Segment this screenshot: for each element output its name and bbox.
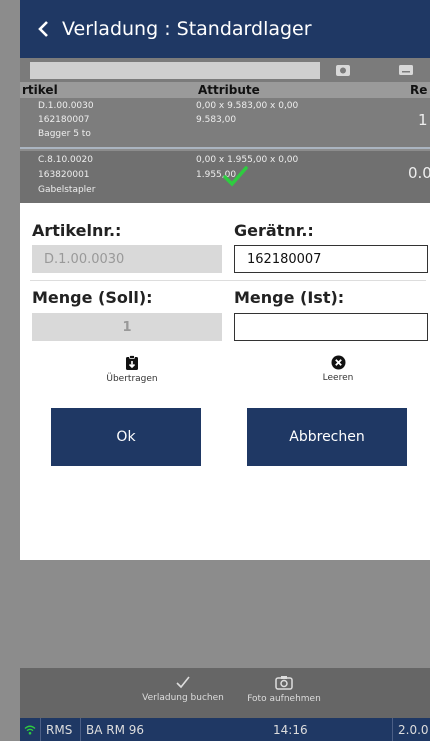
leeren-button[interactable]: Leeren: [308, 355, 368, 383]
app-frame: Verladung : Standardlager rtikel Attribu…: [20, 0, 430, 741]
row-geraet-nr: 163820001: [38, 170, 90, 180]
location-status: BA RM 96: [80, 718, 149, 741]
camera-icon[interactable]: [335, 63, 351, 77]
keyboard-icon[interactable]: [398, 64, 414, 76]
row-geraet-nr: 162180007: [38, 115, 90, 125]
footer-toolbar: Verladung buchen Foto aufnehmen: [20, 668, 430, 718]
menge-soll-label: Menge (Soll):: [32, 288, 153, 307]
menge-soll-field: 1: [32, 313, 222, 341]
column-header-attribute: Attribute: [198, 83, 260, 97]
quantity-dialog: Artikelnr.: Gerätnr.: D.1.00.0030 162180…: [20, 203, 430, 560]
geraetnr-field[interactable]: 162180007: [234, 245, 428, 273]
artikelnr-field: D.1.00.0030: [32, 245, 222, 273]
verladung-buchen-label: Verladung buchen: [142, 693, 224, 703]
row-attribute-value: 9.583,00: [196, 115, 237, 125]
status-bar: RMS BA RM 96 14:16 2.0.0: [20, 718, 430, 741]
divider: [30, 280, 426, 281]
page-title: Verladung : Standardlager: [62, 18, 312, 40]
chevron-left-icon: [38, 21, 48, 37]
verladung-buchen-button[interactable]: Verladung buchen: [133, 675, 233, 703]
clear-icon: [331, 355, 345, 370]
table-row[interactable]: D.1.00.0030 162180007 Bagger 5 to 0,00 x…: [20, 98, 430, 149]
menge-ist-field[interactable]: [234, 313, 428, 341]
table-row[interactable]: C.8.10.0020 163820001 Gabelstapler 0,00 …: [20, 151, 430, 203]
back-button[interactable]: [26, 0, 62, 58]
search-bar: [20, 58, 430, 82]
row-rest: 1: [418, 111, 428, 129]
checkmark-icon: [176, 676, 190, 689]
row-bezeichnung: Gabelstapler: [38, 185, 96, 195]
column-header-artikel: rtikel: [22, 83, 58, 97]
time-status: 14:16: [273, 722, 308, 737]
clipboard-icon: [126, 355, 138, 370]
column-header-rest: Re: [410, 83, 428, 97]
uebertragen-button[interactable]: Übertragen: [98, 355, 166, 384]
checkmark-icon: [223, 166, 248, 187]
row-artikel-nr: D.1.00.0030: [38, 101, 94, 111]
menge-ist-label: Menge (Ist):: [234, 288, 345, 307]
row-artikel-nr: C.8.10.0020: [38, 155, 93, 165]
row-bezeichnung: Bagger 5 to: [38, 129, 91, 139]
artikelnr-label: Artikelnr.:: [32, 221, 122, 240]
leeren-label: Leeren: [322, 373, 354, 383]
table-header: rtikel Attribute Re: [20, 82, 430, 98]
row-attribute: 0,00 x 9.583,00 x 0,00: [196, 101, 299, 111]
rms-status: RMS: [40, 718, 77, 741]
search-input[interactable]: [30, 62, 320, 79]
geraetnr-label: Gerätnr.:: [234, 221, 314, 240]
wifi-icon: [24, 725, 36, 734]
app-header: Verladung : Standardlager: [20, 0, 430, 58]
version-status: 2.0.0: [392, 718, 430, 741]
abbrechen-button[interactable]: Abbrechen: [247, 408, 407, 466]
row-attribute: 0,00 x 1.955,00 x 0,00: [196, 155, 299, 165]
foto-aufnehmen-button[interactable]: Foto aufnehmen: [234, 675, 334, 704]
wifi-status: [20, 718, 41, 741]
uebertragen-label: Übertragen: [106, 374, 158, 384]
foto-aufnehmen-label: Foto aufnehmen: [247, 694, 321, 704]
ok-button[interactable]: Ok: [51, 408, 201, 466]
row-rest: 0.0: [408, 164, 430, 182]
camera-icon: [275, 676, 293, 690]
